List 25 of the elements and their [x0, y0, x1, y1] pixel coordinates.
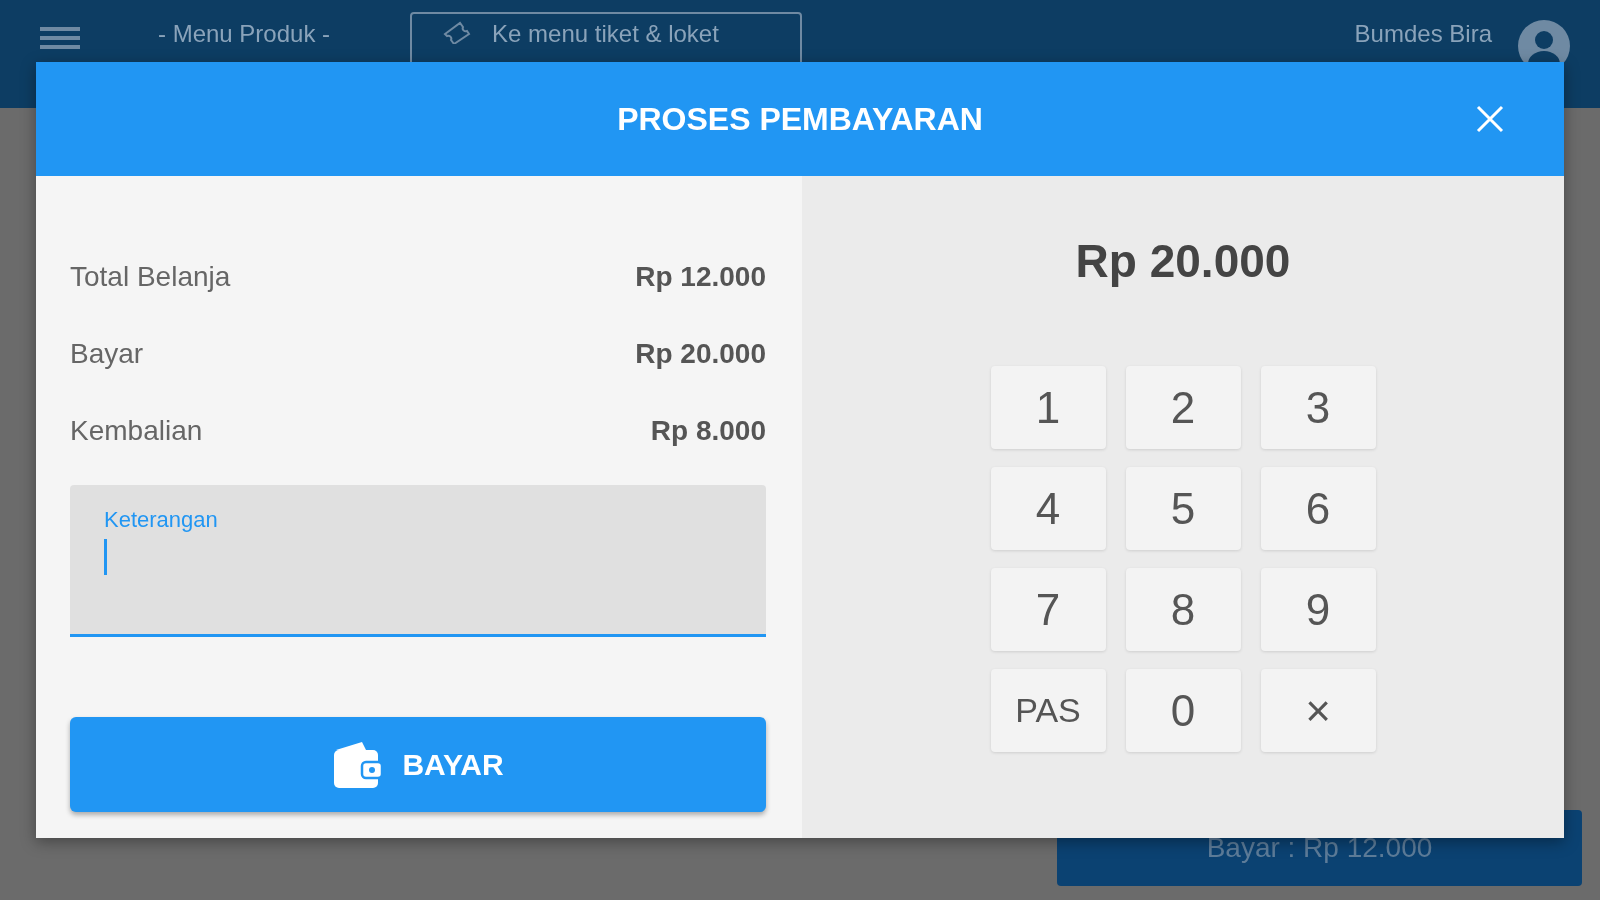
menu-dropdown[interactable]: - Menu Produk - [158, 20, 331, 48]
summary-label: Bayar [70, 337, 144, 370]
summary-label: Kembalian [70, 414, 203, 447]
keypad-key[interactable]: PAS [990, 669, 1106, 752]
keypad-key[interactable]: 7 [990, 568, 1106, 651]
user-name: Bumdes Bira [1354, 20, 1492, 48]
menu-icon[interactable] [40, 26, 80, 50]
summary-value: Rp 12.000 [635, 260, 766, 293]
keypad-key[interactable]: 4 [990, 467, 1106, 550]
keypad-key[interactable]: × [1260, 669, 1376, 752]
keypad-key[interactable]: 8 [1125, 568, 1241, 651]
keypad-key[interactable]: 1 [990, 366, 1106, 449]
keypad-key[interactable]: 0 [1125, 669, 1241, 752]
ticket-icon [442, 20, 473, 44]
amount-display: Rp 20.000 [1075, 234, 1291, 288]
summary-value: Rp 8.000 [650, 414, 766, 447]
keypad-key[interactable]: 6 [1260, 467, 1376, 550]
close-icon[interactable] [1476, 105, 1504, 133]
keypad-key[interactable]: 2 [1125, 366, 1241, 449]
keypad-key[interactable]: 9 [1260, 568, 1376, 651]
dialog-title: PROSES PEMBAYARAN [617, 100, 983, 138]
keypad-key[interactable]: 3 [1260, 366, 1376, 449]
summary-value: Rp 20.000 [635, 337, 766, 370]
summary-label: Total Belanja [70, 260, 231, 293]
keypad-key[interactable]: 5 [1125, 467, 1241, 550]
